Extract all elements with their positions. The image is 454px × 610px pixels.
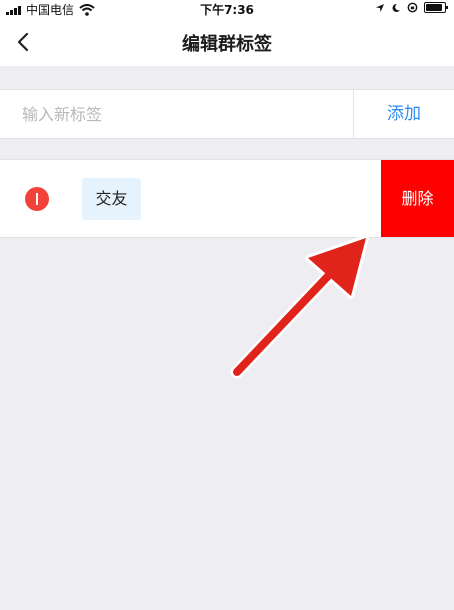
moon-icon [392, 3, 400, 12]
remove-tag-icon[interactable] [25, 187, 49, 211]
new-tag-input[interactable] [22, 102, 342, 126]
add-button[interactable]: 添加 [354, 90, 454, 138]
location-icon [376, 3, 384, 12]
status-bar: 中国电信 下午7:36 [0, 0, 454, 18]
battery-icon [424, 2, 448, 13]
status-right [375, 2, 448, 13]
new-tag-row: 添加 [0, 89, 454, 139]
navigation-bar: 编辑群标签 [0, 18, 454, 66]
tag-chip[interactable]: 交友 [82, 178, 141, 220]
tag-list-item: 交友 删除 [0, 159, 454, 238]
page-title: 编辑群标签 [182, 34, 272, 55]
rotation-lock-icon [407, 2, 418, 13]
delete-button[interactable]: 删除 [381, 160, 454, 237]
